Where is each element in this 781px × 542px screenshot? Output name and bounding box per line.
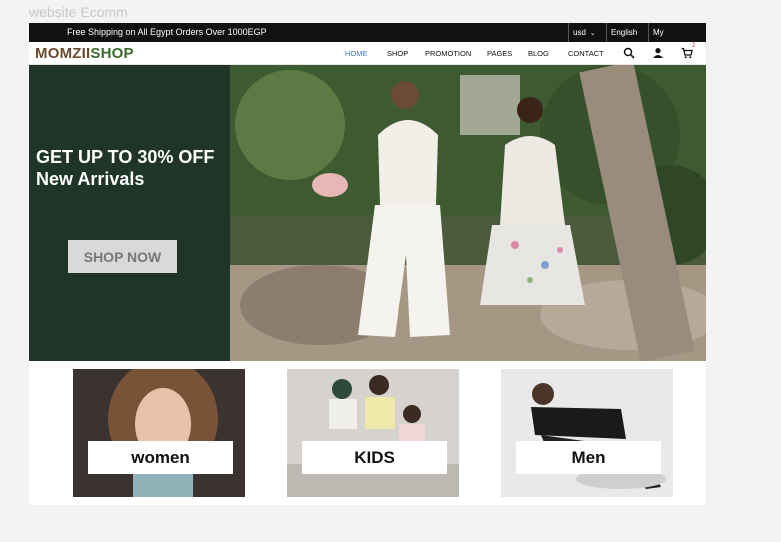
- hero-line-1: GET UP TO 30% OFF: [36, 147, 215, 167]
- logo-part-1: MOMZII: [35, 45, 91, 62]
- language-selector[interactable]: English: [606, 23, 648, 42]
- men-photo: [501, 369, 673, 497]
- hero-headline: GET UP TO 30% OFF New Arrivals: [36, 146, 214, 190]
- cart-count-badge: 2: [692, 43, 696, 49]
- account-menu[interactable]: My Account⌄: [648, 23, 706, 56]
- language-value: English: [611, 28, 638, 37]
- category-label: women: [88, 441, 233, 474]
- hero-photo-graphic: [230, 65, 706, 361]
- nav-item-shop[interactable]: SHOP: [387, 49, 408, 58]
- hero-line-2: New Arrivals: [36, 169, 145, 189]
- nav-item-promotion[interactable]: PROMOTION: [425, 49, 471, 58]
- hero-banner: GET UP TO 30% OFF New Arrivals SHOP NOW: [29, 65, 706, 361]
- logo-part-2: SHOP: [90, 45, 134, 62]
- category-card-men[interactable]: Men: [501, 369, 673, 497]
- hero-photo: [230, 65, 706, 361]
- nav-item-contact[interactable]: CONTACT: [568, 49, 604, 58]
- top-bar: Free Shipping on All Egypt Orders Over 1…: [29, 23, 706, 56]
- category-label: Men: [516, 441, 661, 474]
- shipping-notice: Free Shipping on All Egypt Orders Over 1…: [67, 27, 267, 37]
- hero-text-panel: GET UP TO 30% OFF New Arrivals SHOP NOW: [29, 65, 230, 361]
- shop-now-button[interactable]: SHOP NOW: [68, 240, 177, 273]
- nav-item-home[interactable]: HOME: [345, 49, 368, 58]
- chevron-down-icon: ⌄: [589, 30, 596, 37]
- currency-selector[interactable]: usd ⌄: [568, 23, 606, 42]
- women-photo: [73, 369, 245, 497]
- kids-photo: [287, 369, 459, 497]
- nav-item-pages[interactable]: PAGES: [487, 49, 512, 58]
- site-logo[interactable]: MOMZIISHOP: [35, 45, 134, 62]
- currency-value: usd: [573, 28, 586, 37]
- nav-item-blog[interactable]: BLOG: [528, 49, 549, 58]
- user-icon[interactable]: [652, 47, 664, 59]
- page-caption: website Ecomm: [29, 4, 128, 20]
- website-frame: Free Shipping on All Egypt Orders Over 1…: [29, 23, 706, 505]
- search-icon[interactable]: [623, 47, 635, 59]
- main-nav: MOMZIISHOP HOME SHOP PROMOTION PAGES BLO…: [29, 42, 706, 65]
- category-label: KIDS: [302, 441, 447, 474]
- category-card-kids[interactable]: KIDS: [287, 369, 459, 497]
- category-card-women[interactable]: women: [73, 369, 245, 497]
